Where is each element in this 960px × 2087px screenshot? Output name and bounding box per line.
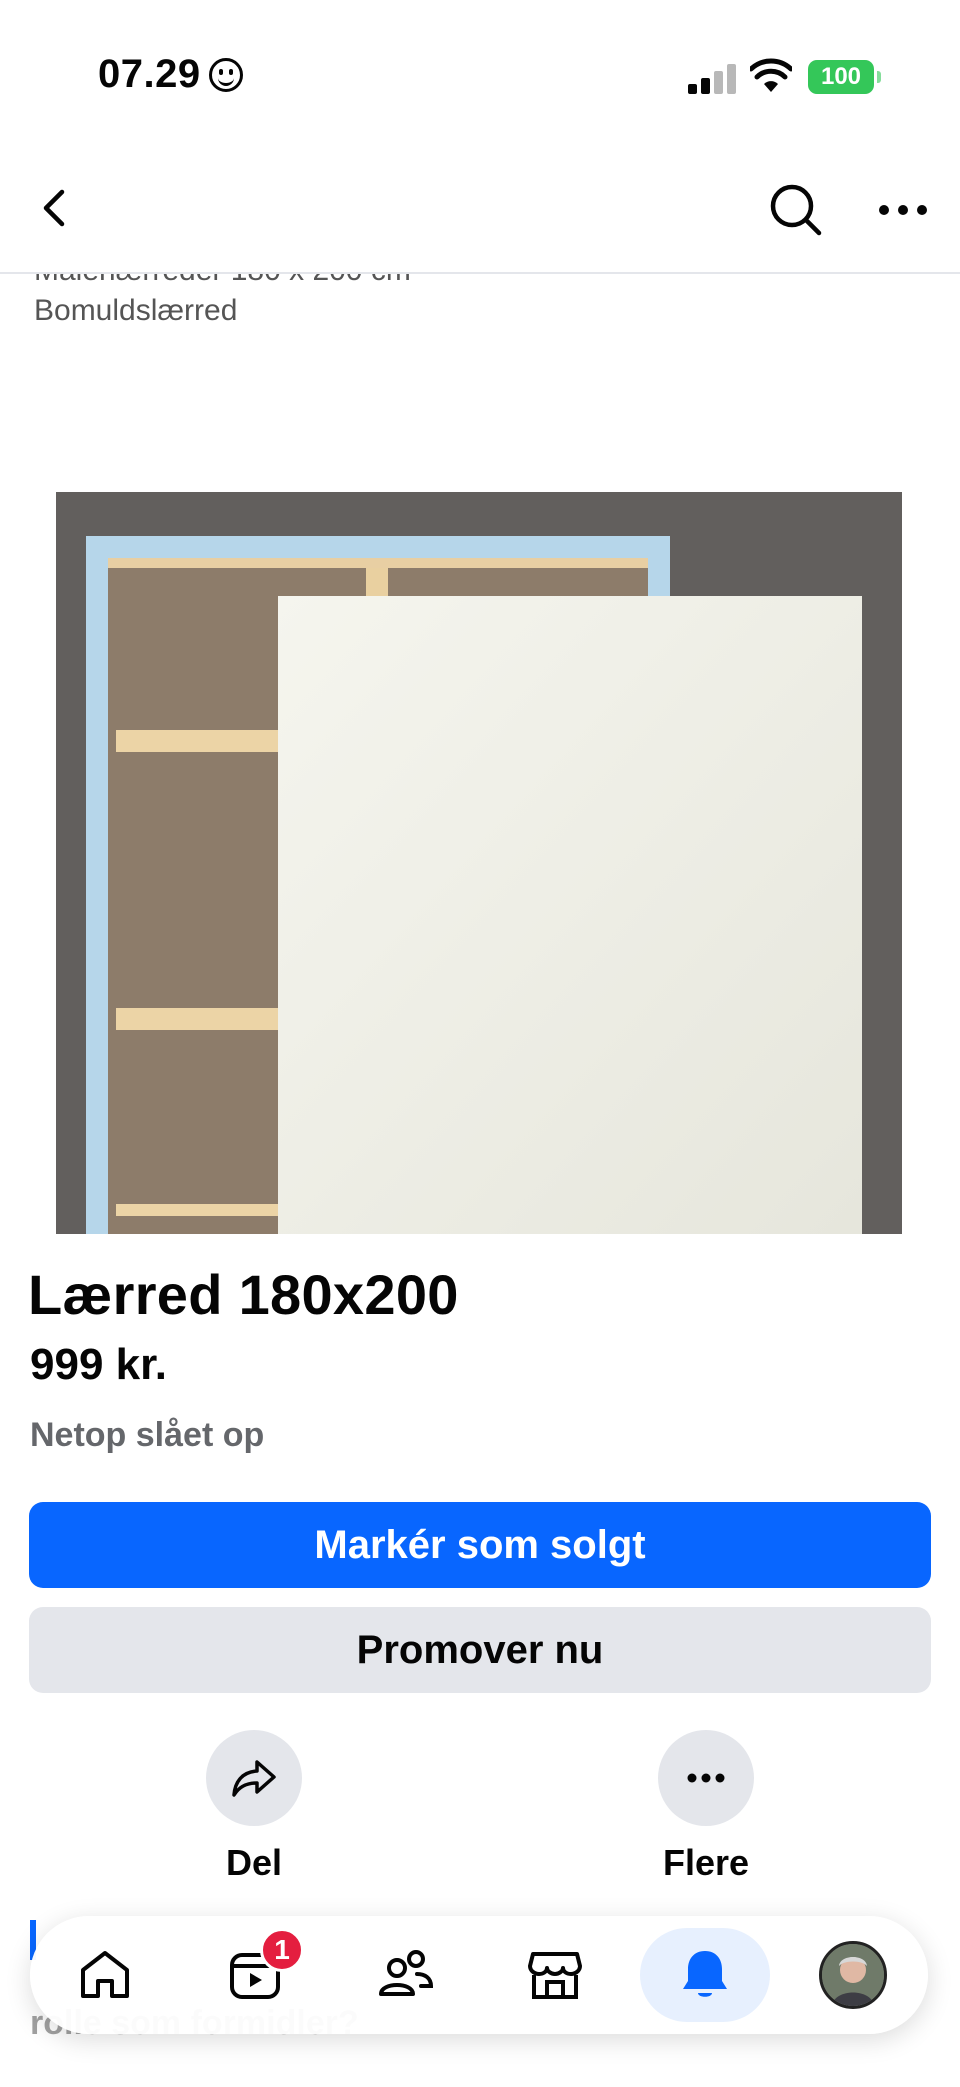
marketplace-icon <box>528 1952 582 1999</box>
avatar <box>819 1941 887 2009</box>
listing-price: 999 kr. <box>30 1340 168 1389</box>
more-button[interactable] <box>658 1730 754 1826</box>
more-horizontal-icon <box>687 1773 725 1783</box>
wifi-icon <box>750 58 792 92</box>
cellular-signal-icon <box>688 64 736 94</box>
tab-marketplace[interactable] <box>490 1928 620 2022</box>
tab-notifications[interactable] <box>640 1928 770 2022</box>
more-horizontal-icon[interactable] <box>876 196 930 224</box>
promote-now-label: Promover nu <box>356 1627 604 1672</box>
share-button[interactable] <box>206 1730 302 1826</box>
more-label: Flere <box>662 1842 750 1883</box>
notification-badge: 1 <box>260 1928 304 1972</box>
listing-description: Malerlærreder 180 x 200 cm Bomuldslærred <box>0 274 960 354</box>
smiley-icon <box>208 57 243 92</box>
mark-as-sold-button[interactable]: Markér som solgt <box>29 1502 931 1588</box>
bottom-tab-bar: 1 <box>30 1916 928 2034</box>
tab-home[interactable] <box>40 1928 170 2022</box>
home-icon <box>81 1951 129 1998</box>
tab-profile[interactable] <box>788 1928 918 2022</box>
product-photo[interactable] <box>56 492 902 1234</box>
search-icon[interactable] <box>768 182 824 238</box>
mark-as-sold-label: Markér som solgt <box>314 1522 646 1567</box>
clock-time: 07.29 <box>98 52 201 96</box>
status-bar: 07.29 100 <box>0 0 960 140</box>
share-icon <box>232 1760 276 1797</box>
battery-indicator: 100 <box>808 60 881 94</box>
friends-icon <box>379 1950 434 1996</box>
more-action[interactable]: Flere <box>626 1730 786 1884</box>
battery-level: 100 <box>820 63 862 90</box>
promote-now-button[interactable]: Promover nu <box>29 1607 931 1693</box>
description-line: Bomuldslærred <box>34 294 238 327</box>
share-label: Del <box>225 1842 283 1883</box>
posted-status: Netop slået op <box>30 1416 265 1454</box>
tab-video[interactable]: 1 <box>190 1928 320 2022</box>
listing-title: Lærred 180x200 <box>28 1263 459 1326</box>
share-action[interactable]: Del <box>174 1730 334 1884</box>
chevron-left-icon[interactable] <box>34 186 78 230</box>
bell-icon <box>683 1951 727 1997</box>
tab-friends[interactable] <box>340 1928 470 2022</box>
navigation-header <box>0 140 960 274</box>
clock: 07.29 <box>98 52 243 97</box>
description-line: Malerlærreder 180 x 200 cm <box>34 274 411 288</box>
